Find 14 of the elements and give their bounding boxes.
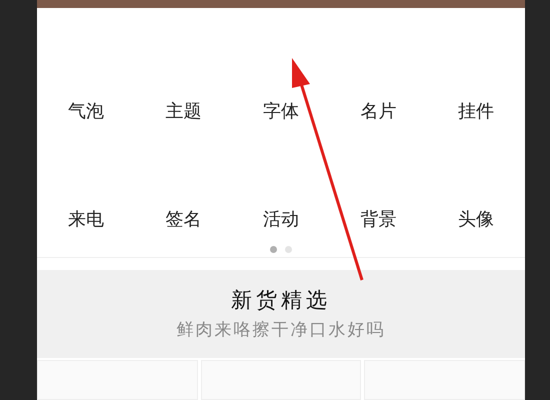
grid-menu-item[interactable]: 活动 <box>262 200 299 240</box>
grid-menu-item[interactable]: 名片 <box>360 92 397 132</box>
grid-menu-item[interactable]: 字体 <box>262 92 299 132</box>
section-subtitle: 鲜肉来咯擦干净口水好吗 <box>176 319 386 342</box>
grid-menu-item[interactable]: 背景 <box>360 200 397 240</box>
grid-menu-item[interactable]: 来电 <box>68 200 104 240</box>
grid-menu-item[interactable]: 主题 <box>165 92 202 132</box>
grid-menu-item[interactable]: 挂件 <box>458 92 494 132</box>
product-card[interactable] <box>37 360 198 400</box>
section-title: 新货精选 <box>231 286 331 314</box>
grid-menu-item[interactable]: 头像 <box>458 200 494 240</box>
grid-menu-item[interactable]: 气泡 <box>68 92 104 132</box>
grid-menu-item[interactable]: 签名 <box>165 200 202 240</box>
product-card[interactable] <box>364 360 526 400</box>
